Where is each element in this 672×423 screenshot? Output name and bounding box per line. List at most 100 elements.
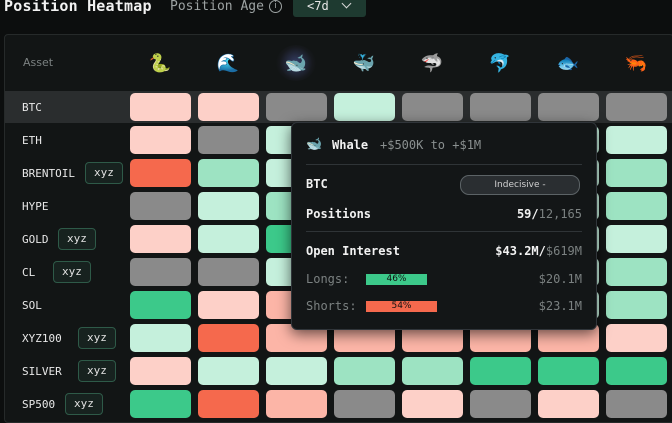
asset-name: ETH [22, 134, 42, 147]
asset-name: CL [22, 266, 36, 279]
heatmap-cell[interactable] [266, 357, 327, 385]
heatmap-cell[interactable] [606, 126, 667, 154]
heatmap-cell[interactable] [130, 159, 191, 187]
heatmap-cell[interactable] [130, 390, 191, 418]
heatmap-cell[interactable] [334, 390, 395, 418]
heatmap-cell[interactable] [538, 357, 599, 385]
page-title: Position Heatmap [4, 0, 152, 15]
heatmap-cell[interactable] [130, 192, 191, 220]
open-interest-amount: $43.2M/ [495, 244, 546, 258]
asset-row-brentoil[interactable]: BRENTOIL xyz [5, 157, 129, 190]
heatmap-cell[interactable] [606, 390, 667, 418]
heatmap-cell[interactable] [130, 291, 191, 319]
heatmap-cell[interactable] [402, 390, 463, 418]
heatmap-cell[interactable] [130, 258, 191, 286]
longs-label: Longs: [306, 272, 350, 286]
heatmap-cell[interactable] [198, 159, 259, 187]
position-age-value: <7d [307, 0, 329, 13]
heatmap-cell[interactable] [402, 357, 463, 385]
asset-row-sp500[interactable]: SP500 xyz [5, 388, 129, 421]
longs-value: $20.1M [538, 272, 582, 286]
heatmap-cell[interactable] [198, 324, 259, 352]
divider [306, 231, 582, 232]
asset-row-eth[interactable]: ETH [5, 124, 129, 157]
dolphin-icon[interactable]: 🐬 [480, 45, 520, 81]
snake-icon[interactable]: 🐍 [140, 45, 180, 81]
small-whale-icon[interactable]: 🐳 [344, 45, 384, 81]
fish-icon[interactable]: 🐟 [548, 45, 588, 81]
heatmap-cell[interactable] [334, 357, 395, 385]
heatmap-cell[interactable] [198, 126, 259, 154]
wave-icon[interactable]: 🌊 [208, 45, 248, 81]
asset-row-hype[interactable]: HYPE [5, 190, 129, 223]
positions-count: 59/ [516, 207, 539, 221]
open-interest-total: $619M [545, 244, 582, 258]
cell-tooltip: 🐋 Whale +$500K to +$1M BTC Indecisive - … [291, 122, 597, 330]
heatmap-cell[interactable] [130, 93, 191, 121]
positions-value: 59/12,165 [517, 207, 582, 221]
tooltip-asset: BTC [306, 177, 328, 191]
heatmap-cell[interactable] [606, 192, 667, 220]
open-interest-value: $43.2M/$619M [495, 244, 582, 258]
open-interest-label: Open Interest [306, 244, 400, 258]
asset-name: HYPE [22, 200, 49, 213]
heatmap-cell[interactable] [470, 390, 531, 418]
position-age-select[interactable]: <7d [293, 0, 366, 17]
asset-row-cl[interactable]: CL xyz [5, 256, 129, 289]
heatmap-cell[interactable] [606, 258, 667, 286]
heatmap-cell[interactable] [198, 93, 259, 121]
heatmap-cell[interactable] [470, 93, 531, 121]
shorts-label: Shorts: [306, 299, 357, 313]
asset-row-xyz100[interactable]: XYZ100 xyz [5, 322, 129, 355]
heatmap-cell[interactable] [198, 192, 259, 220]
heatmap-cell[interactable] [606, 159, 667, 187]
asset-column-header: Asset [23, 56, 54, 69]
heatmap-cell[interactable] [266, 93, 327, 121]
heatmap-cell[interactable] [606, 93, 667, 121]
heatmap-cell[interactable] [470, 357, 531, 385]
longs-bar: 46% [366, 274, 427, 285]
heatmap-cell[interactable] [130, 225, 191, 253]
heatmap-cell[interactable] [130, 126, 191, 154]
heatmap-cell[interactable] [198, 225, 259, 253]
heatmap-cell[interactable] [198, 291, 259, 319]
heatmap-cell[interactable] [130, 324, 191, 352]
positions-total: 12,165 [538, 207, 582, 221]
shorts-value: $23.1M [538, 299, 582, 313]
top-bar: Position Heatmap Position Age i <7d [0, 0, 672, 20]
heatmap-cell[interactable] [538, 93, 599, 121]
shrimp-icon[interactable]: 🦐 [616, 45, 656, 81]
heatmap-cell[interactable] [606, 357, 667, 385]
asset-name: SILVER [22, 365, 62, 378]
dex-badge: xyz [78, 327, 116, 349]
whale-icon[interactable]: 🐋 [276, 45, 316, 81]
heatmap-cell[interactable] [198, 258, 259, 286]
tooltip-title: Whale [332, 138, 369, 152]
heatmap-cell[interactable] [606, 291, 667, 319]
position-age-label: Position Age [170, 0, 264, 14]
dex-badge: xyz [58, 228, 96, 250]
asset-row-gold[interactable]: GOLD xyz [5, 223, 129, 256]
asset-row-btc[interactable]: BTC [5, 91, 129, 124]
asset-name: SOL [22, 299, 42, 312]
dex-badge: xyz [85, 162, 123, 184]
heatmap-cell[interactable] [334, 93, 395, 121]
whale-icon: 🐋 [306, 137, 323, 152]
heatmap-cell[interactable] [266, 390, 327, 418]
info-icon[interactable]: i [269, 0, 282, 13]
heatmap-cell[interactable] [402, 93, 463, 121]
tooltip-range: +$500K to +$1M [380, 138, 482, 152]
heatmap-cell[interactable] [538, 390, 599, 418]
chevron-down-icon [341, 0, 352, 9]
asset-name: XYZ100 [22, 332, 62, 345]
sentiment-badge: Indecisive - [460, 175, 580, 195]
heatmap-cell[interactable] [198, 357, 259, 385]
dex-badge: xyz [65, 393, 103, 415]
heatmap-cell[interactable] [606, 225, 667, 253]
asset-row-sol[interactable]: SOL [5, 289, 129, 322]
heatmap-cell[interactable] [606, 324, 667, 352]
heatmap-cell[interactable] [130, 357, 191, 385]
heatmap-cell[interactable] [198, 390, 259, 418]
asset-row-silver[interactable]: SILVER xyz [5, 355, 129, 388]
shark-icon[interactable]: 🦈 [412, 45, 452, 81]
